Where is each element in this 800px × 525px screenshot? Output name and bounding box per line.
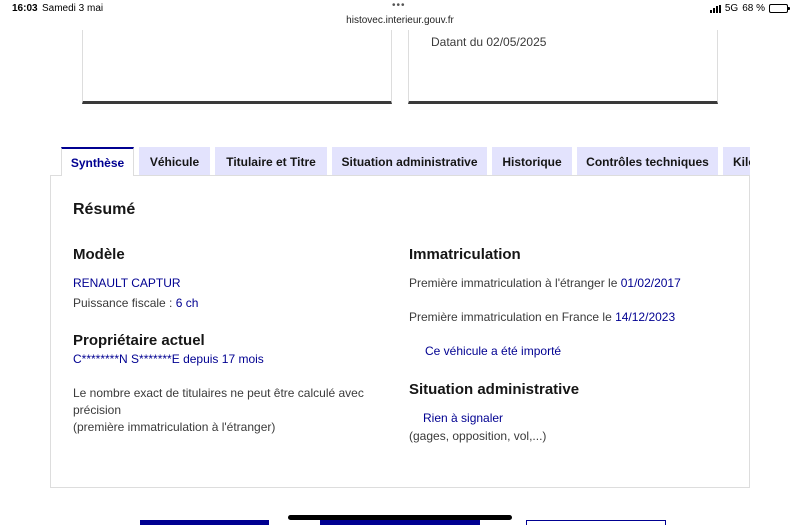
owner-line: C********N S*******E depuis 17 mois bbox=[73, 352, 264, 366]
tab-kilometrage[interactable]: Kilo bbox=[723, 147, 750, 176]
multitask-dots-icon[interactable]: ••• bbox=[392, 0, 406, 11]
network-label: 5G bbox=[724, 3, 739, 14]
fiscal-power-value: 6 ch bbox=[175, 296, 199, 310]
fiscal-power: Puissance fiscale : 6 ch bbox=[73, 296, 198, 310]
tab-controles-techniques[interactable]: Contrôles techniques bbox=[577, 147, 718, 176]
admin-details: (gages, opposition, vol,...) bbox=[409, 429, 547, 443]
tab-synthese[interactable]: Synthèse bbox=[61, 147, 134, 176]
status-indicators: 5G 68 % bbox=[709, 3, 790, 14]
bottom-button-2[interactable] bbox=[320, 520, 480, 525]
info-card-right: Datant du 02/05/2025 bbox=[408, 30, 718, 104]
france-registration-label: Première immatriculation en France le bbox=[409, 310, 616, 324]
model-heading: Modèle bbox=[73, 246, 125, 263]
tab-list: Synthèse Véhicule Titulaire et Titre Sit… bbox=[61, 147, 750, 176]
registration-heading: Immatriculation bbox=[409, 246, 521, 263]
tab-situation-administrative[interactable]: Situation administrative bbox=[332, 147, 487, 176]
battery-percent: 68 % bbox=[742, 3, 765, 14]
foreign-registration-label: Première immatriculation à l'étranger le bbox=[409, 276, 621, 290]
status-date: Samedi 3 mai bbox=[42, 3, 104, 14]
battery-icon bbox=[769, 4, 790, 13]
tab-vehicule[interactable]: Véhicule bbox=[139, 147, 210, 176]
owner-note-2: précision bbox=[73, 403, 122, 417]
foreign-registration-date: 01/02/2017 bbox=[620, 276, 681, 290]
tab-titulaire[interactable]: Titulaire et Titre bbox=[215, 147, 327, 176]
panel-title: Résumé bbox=[73, 201, 136, 218]
bottom-button-3[interactable] bbox=[526, 520, 666, 525]
owner-heading: Propriétaire actuel bbox=[73, 332, 205, 349]
home-indicator[interactable] bbox=[288, 515, 512, 520]
address-bar-url[interactable]: histovec.interieur.gouv.fr bbox=[0, 15, 800, 26]
owner-note-1: Le nombre exact de titulaires ne peut êt… bbox=[73, 386, 364, 400]
status-time: 16:03 bbox=[12, 3, 38, 14]
owner-since-label: depuis bbox=[179, 352, 222, 366]
tab-panel-synthese: Résumé Modèle RENAULT CAPTUR Puissance f… bbox=[50, 175, 750, 488]
owner-name: C********N S*******E bbox=[73, 352, 180, 366]
imported-vehicle-link[interactable]: Ce véhicule a été importé bbox=[425, 344, 561, 358]
bottom-button-1[interactable] bbox=[140, 520, 269, 525]
owner-note-3: (première immatriculation à l'étranger) bbox=[73, 420, 276, 434]
admin-heading: Situation administrative bbox=[409, 381, 580, 398]
tab-historique[interactable]: Historique bbox=[492, 147, 572, 176]
owner-since-value: 17 mois bbox=[221, 352, 264, 366]
card-date: Datant du 02/05/2025 bbox=[431, 35, 547, 49]
fiscal-power-label: Puissance fiscale : bbox=[73, 296, 176, 310]
status-bar: 16:03 Samedi 3 mai ••• histovec.interieu… bbox=[0, 0, 800, 30]
france-registration-date: 14/12/2023 bbox=[615, 310, 676, 324]
foreign-registration: Première immatriculation à l'étranger le… bbox=[409, 276, 681, 290]
france-registration: Première immatriculation en France le 14… bbox=[409, 310, 675, 324]
model-name: RENAULT CAPTUR bbox=[73, 276, 181, 290]
info-card-left bbox=[82, 30, 392, 104]
signal-icon bbox=[709, 4, 721, 13]
admin-status-link[interactable]: Rien à signaler bbox=[423, 411, 503, 425]
